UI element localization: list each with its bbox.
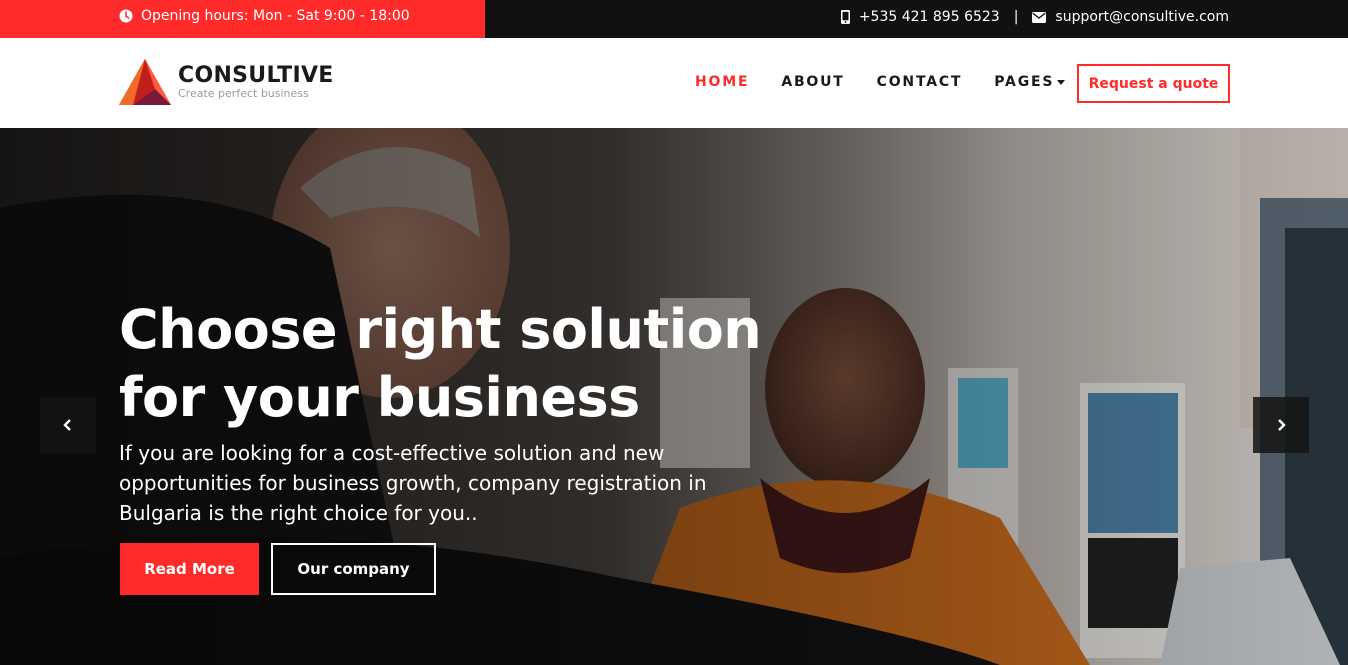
brand-tagline: Create perfect business [178, 87, 309, 100]
email-contact[interactable]: support@consultive.com [1032, 9, 1229, 25]
nav-item-pages[interactable]: PAGES [994, 74, 1066, 90]
contact-info: +535 421 895 6523 | support@consultive.c… [840, 9, 1229, 25]
contact-separator: | [1013, 9, 1019, 25]
nav-item-about[interactable]: ABOUT [781, 74, 844, 90]
logo-text: CONSULTIVE Create perfect business [178, 64, 334, 100]
phone-contact[interactable]: +535 421 895 6523 [840, 9, 1000, 25]
read-more-button[interactable]: Read More [120, 543, 259, 595]
email-address[interactable]: support@consultive.com [1055, 9, 1229, 25]
brand-name: CONSULTIVE [178, 63, 334, 88]
chevron-right-icon [1278, 419, 1286, 431]
top-bar: Opening hours: Mon - Sat 9:00 - 18:00 +5… [0, 0, 1348, 38]
hero-title: Choose right solution for your business [119, 298, 762, 429]
hero-description: If you are looking for a cost-effective … [119, 441, 707, 525]
main-nav: HOME ABOUT CONTACT PAGES [695, 74, 1066, 90]
nav-item-home[interactable]: HOME [695, 74, 749, 90]
nav-item-contact[interactable]: CONTACT [877, 74, 963, 90]
clock-icon [119, 9, 133, 23]
slider-next-button[interactable] [1253, 397, 1309, 453]
opening-hours-text: Opening hours: Mon - Sat 9:00 - 18:00 [141, 8, 410, 24]
nav-item-pages-label: PAGES [994, 74, 1055, 90]
phone-number[interactable]: +535 421 895 6523 [859, 9, 1000, 25]
phone-icon [840, 10, 850, 24]
main-header: CONSULTIVE Create perfect business HOME … [0, 38, 1348, 128]
opening-hours: Opening hours: Mon - Sat 9:00 - 18:00 [119, 8, 410, 24]
slider-prev-button[interactable] [40, 397, 96, 453]
chevron-left-icon [63, 419, 71, 431]
envelope-icon [1032, 11, 1047, 23]
caret-down-icon [1057, 79, 1066, 85]
request-quote-button[interactable]: Request a quote [1077, 64, 1230, 103]
hero-slider: Choose right solution for your business … [0, 128, 1348, 665]
triangle-logo-icon [119, 59, 171, 105]
our-company-button[interactable]: Our company [271, 543, 436, 595]
opening-hours-bar: Opening hours: Mon - Sat 9:00 - 18:00 [0, 0, 485, 38]
logo[interactable]: CONSULTIVE Create perfect business [119, 59, 334, 105]
